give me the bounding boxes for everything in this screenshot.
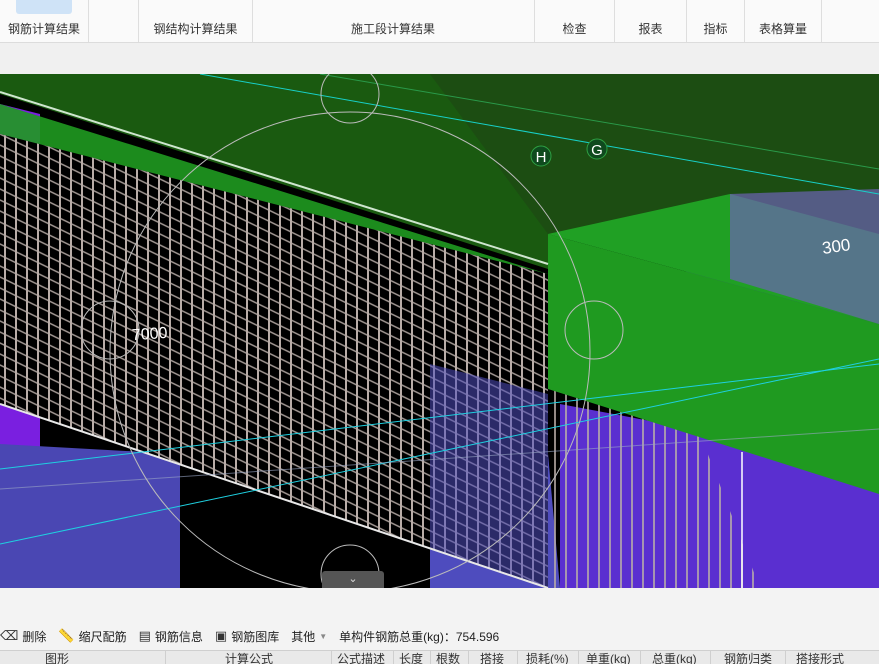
ribbon-group-rebar-results[interactable]: 钢筋计算结果 <box>0 0 89 42</box>
ribbon-group-label: 报表 <box>638 22 663 36</box>
col-header[interactable]: 根数 <box>436 652 460 664</box>
collapse-panel-button[interactable]: ⌄ <box>322 571 384 588</box>
col-header[interactable]: 公式描述 <box>337 652 385 664</box>
col-header[interactable]: 搭接 <box>480 652 504 664</box>
ribbon-group-section-results[interactable]: 施工段计算结果 <box>252 0 535 42</box>
rebar-info-button[interactable]: ▤ 钢筋信息 <box>139 628 203 645</box>
col-header[interactable]: 单重(kg) <box>586 652 631 664</box>
dropdown-caret-icon: ▼ <box>319 631 328 641</box>
scale-rebar-label: 缩尺配筋 <box>78 629 127 644</box>
tab-strip <box>0 43 879 74</box>
col-header[interactable]: 长度 <box>399 652 423 664</box>
dim-label-7000: 7000 <box>131 325 168 344</box>
dim-label-300: 300 <box>821 235 852 258</box>
collapse-chevron-icon: ⌄ <box>348 573 358 585</box>
ruler-icon: 📏 <box>58 628 75 643</box>
scale-rebar-button[interactable]: 📏 缩尺配筋 <box>58 628 126 645</box>
ribbon-group-label: 钢结构计算结果 <box>153 22 238 36</box>
col-divider <box>165 651 166 664</box>
3d-scene[interactable]: H G 300 7000 <box>0 74 879 588</box>
ribbon-group-check[interactable]: 检查 <box>535 0 615 42</box>
total-weight-readout: 单构件钢筋总重(kg)：754.596 <box>339 629 500 644</box>
ribbon-group-label: 指标 <box>703 22 728 36</box>
col-divider <box>517 651 518 664</box>
col-header[interactable]: 搭接形式 <box>796 652 844 664</box>
col-divider <box>640 651 641 664</box>
delete-button[interactable]: ⌫ 删除 <box>0 628 46 645</box>
col-divider <box>578 651 579 664</box>
col-header[interactable]: 损耗(%) <box>526 652 569 664</box>
ribbon-group-report[interactable]: 报表 <box>615 0 687 42</box>
col-divider <box>468 651 469 664</box>
col-divider <box>430 651 431 664</box>
col-divider <box>393 651 394 664</box>
panel-spacer <box>0 588 879 622</box>
ribbon-group-label: 钢筋计算结果 <box>7 22 80 36</box>
col-header[interactable]: 钢筋归类 <box>724 652 772 664</box>
ribbon-group-label: 检查 <box>562 22 587 36</box>
rebar-toolbar: ⌫ 删除 📏 缩尺配筋 ▤ 钢筋信息 ▣ 钢筋图库 其他 ▼ 单构件钢筋总重(k… <box>0 624 879 648</box>
col-divider <box>710 651 711 664</box>
rebar-table-header: 图形 计算公式 公式描述 长度 根数 搭接 损耗(%) 单重(kg) 总重(kg… <box>0 650 879 664</box>
ribbon-group-steel-results[interactable]: 钢结构计算结果 <box>138 0 253 42</box>
ribbon-group-table-calc[interactable]: 表格算量 <box>745 0 822 42</box>
col-header[interactable]: 图形 <box>45 652 69 664</box>
rebar-library-label: 钢筋图库 <box>231 629 280 644</box>
ribbon: 钢筋计算结果 钢结构计算结果 施工段计算结果 检查 报表 指标 表格算量 <box>0 0 879 43</box>
col-header[interactable]: 总重(kg) <box>652 652 697 664</box>
rebar-info-icon: ▤ <box>138 628 151 643</box>
other-dropdown[interactable]: 其他 ▼ <box>291 628 327 645</box>
col-divider <box>785 651 786 664</box>
other-label: 其他 <box>291 629 316 644</box>
rebar-library-button[interactable]: ▣ 钢筋图库 <box>215 628 279 645</box>
ribbon-group-label: 表格算量 <box>758 22 807 36</box>
delete-label: 删除 <box>22 629 47 644</box>
axis-label-h: H <box>536 149 547 166</box>
axis-label-g: G <box>591 142 603 159</box>
col-divider <box>331 651 332 664</box>
3d-viewport[interactable]: H G 300 7000 <box>0 74 879 588</box>
ribbon-group-index[interactable]: 指标 <box>687 0 745 42</box>
rebar-info-label: 钢筋信息 <box>154 629 203 644</box>
delete-icon: ⌫ <box>0 628 19 643</box>
image-library-icon: ▣ <box>214 628 228 643</box>
ribbon-group-label: 施工段计算结果 <box>350 22 435 36</box>
col-header[interactable]: 计算公式 <box>225 652 273 664</box>
